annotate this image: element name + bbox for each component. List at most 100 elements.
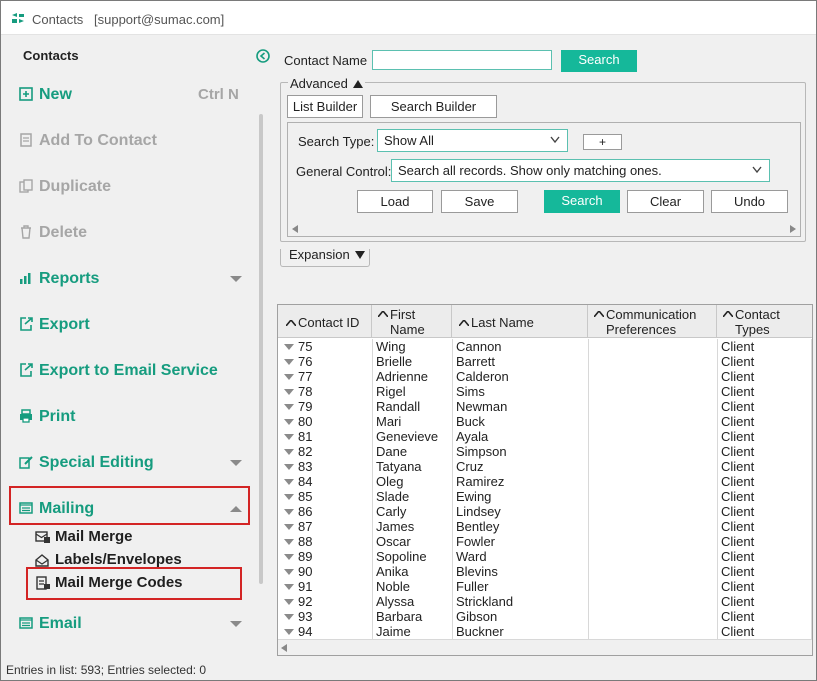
sidebar-scrollbar[interactable] — [259, 114, 263, 584]
table-cell-comm — [592, 489, 714, 504]
row-expand-icon[interactable] — [284, 509, 294, 515]
general-control-select[interactable]: Search all records. Show only matching o… — [391, 159, 770, 182]
table-row[interactable]: 88 Oscar Fowler Client — [278, 534, 812, 549]
table-horizontal-scrollbar[interactable] — [278, 639, 812, 655]
table-cell-last: Ayala — [456, 429, 489, 444]
sidebar-subitem-labels-envelopes[interactable]: Labels/Envelopes — [35, 551, 182, 568]
table-cell-type: Client — [721, 534, 755, 549]
scroll-left-icon[interactable] — [281, 644, 287, 652]
table-row[interactable]: 81 Genevieve Ayala Client — [278, 429, 812, 444]
row-expand-icon[interactable] — [284, 344, 294, 350]
row-expand-icon[interactable] — [284, 374, 294, 380]
column-header-contact-types[interactable]: Contact Types — [717, 305, 812, 338]
row-expand-icon[interactable] — [284, 539, 294, 545]
row-expand-icon[interactable] — [284, 464, 294, 470]
table-row[interactable]: 78 Rigel Sims Client — [278, 384, 812, 399]
table-cell-id: 84 — [298, 474, 313, 489]
table-cell-comm — [592, 519, 714, 534]
chevron-up-icon[interactable] — [230, 505, 242, 513]
table-row[interactable]: 85 Slade Ewing Client — [278, 489, 812, 504]
table-cell-first: Genevieve — [376, 429, 439, 444]
row-expand-icon[interactable] — [284, 389, 294, 395]
table-cell-comm — [592, 609, 714, 624]
sidebar-item-export-email-service[interactable]: Export to Email Service — [19, 359, 218, 383]
advanced-toggle[interactable]: Advanced — [288, 76, 366, 91]
row-expand-icon[interactable] — [284, 359, 294, 365]
table-cell-id: 82 — [298, 444, 313, 459]
sidebar-item-new[interactable]: New — [19, 83, 72, 107]
table-row[interactable]: 91 Noble Fuller Client — [278, 579, 812, 594]
search-criteria-button[interactable]: Search — [544, 190, 620, 213]
table-row[interactable]: 84 Oleg Ramirez Client — [278, 474, 812, 489]
column-header-label-line2: Name — [390, 322, 425, 337]
table-row[interactable]: 86 Carly Lindsey Client — [278, 504, 812, 519]
table-row[interactable]: 76 Brielle Barrett Client — [278, 354, 812, 369]
column-header-first-name[interactable]: First Name — [372, 305, 452, 338]
search-button[interactable]: Search — [561, 50, 637, 72]
sidebar-item-special-editing[interactable]: Special Editing — [19, 451, 154, 475]
criteria-horizontal-scrollbar[interactable] — [288, 222, 800, 236]
sidebar-item-reports[interactable]: Reports — [19, 267, 99, 291]
row-expand-icon[interactable] — [284, 629, 294, 635]
sidebar-item-duplicate[interactable]: Duplicate — [19, 175, 111, 199]
undo-button[interactable]: Undo — [711, 190, 788, 213]
chevron-down-icon[interactable] — [230, 620, 242, 628]
load-button[interactable]: Load — [357, 190, 433, 213]
table-row[interactable]: 90 Anika Blevins Client — [278, 564, 812, 579]
row-expand-icon[interactable] — [284, 419, 294, 425]
sidebar-item-add-to-contact[interactable]: Add To Contact — [19, 129, 157, 153]
clear-button[interactable]: Clear — [627, 190, 704, 213]
row-expand-icon[interactable] — [284, 449, 294, 455]
row-expand-icon[interactable] — [284, 584, 294, 590]
row-expand-icon[interactable] — [284, 599, 294, 605]
column-header-contact-id[interactable]: Contact ID — [278, 305, 372, 338]
row-expand-icon[interactable] — [284, 479, 294, 485]
contact-name-input[interactable] — [372, 50, 552, 70]
table-cell-comm — [592, 369, 714, 384]
scroll-right-icon[interactable] — [790, 225, 796, 233]
table-cell-id: 89 — [298, 549, 313, 564]
add-criteria-button[interactable]: + — [583, 134, 622, 150]
sidebar-subitem-mail-merge-codes[interactable]: Mail Merge Codes — [35, 574, 183, 591]
row-expand-icon[interactable] — [284, 524, 294, 530]
table-row[interactable]: 92 Alyssa Strickland Client — [278, 594, 812, 609]
table-row[interactable]: 80 Mari Buck Client — [278, 414, 812, 429]
save-button[interactable]: Save — [441, 190, 518, 213]
mail-merge-codes-icon — [35, 575, 51, 590]
table-row[interactable]: 89 Sopoline Ward Client — [278, 549, 812, 564]
column-header-label-line1: First — [390, 307, 416, 322]
sidebar-item-print[interactable]: Print — [19, 405, 75, 429]
row-expand-icon[interactable] — [284, 494, 294, 500]
row-expand-icon[interactable] — [284, 569, 294, 575]
chevron-down-icon[interactable] — [230, 275, 242, 283]
row-expand-icon[interactable] — [284, 614, 294, 620]
table-row[interactable]: 82 Dane Simpson Client — [278, 444, 812, 459]
row-expand-icon[interactable] — [284, 554, 294, 560]
table-row[interactable]: 83 Tatyana Cruz Client — [278, 459, 812, 474]
collapse-sidebar-icon[interactable] — [256, 49, 270, 63]
row-expand-icon[interactable] — [284, 434, 294, 440]
chevron-down-icon[interactable] — [230, 459, 242, 467]
search-builder-button[interactable]: Search Builder — [370, 95, 497, 118]
table-cell-type: Client — [721, 354, 755, 369]
table-row[interactable]: 94 Jaime Buckner Client — [278, 624, 812, 639]
list-builder-button[interactable]: List Builder — [287, 95, 363, 118]
expansion-toggle[interactable]: Expansion — [280, 248, 370, 267]
search-type-select[interactable]: Show All — [377, 129, 568, 152]
row-expand-icon[interactable] — [284, 404, 294, 410]
sidebar-subitem-mail-merge[interactable]: Mail Merge — [35, 528, 133, 545]
table-row[interactable]: 87 James Bentley Client — [278, 519, 812, 534]
table-row[interactable]: 79 Randall Newman Client — [278, 399, 812, 414]
table-row[interactable]: 75 Wing Cannon Client — [278, 339, 812, 354]
scroll-left-icon[interactable] — [292, 225, 298, 233]
column-header-last-name[interactable]: Last Name — [452, 305, 588, 338]
sidebar-item-export[interactable]: Export — [19, 313, 90, 337]
sidebar-item-mailing[interactable]: Mailing — [19, 497, 94, 521]
contact-name-label: Contact Name — [284, 53, 368, 68]
sidebar-item-delete[interactable]: Delete — [19, 221, 87, 245]
advanced-label: Advanced — [290, 76, 348, 91]
sidebar-item-email[interactable]: Email — [19, 612, 82, 636]
column-header-communication-preferences[interactable]: Communication Preferences — [588, 305, 717, 338]
table-row[interactable]: 77 Adrienne Calderon Client — [278, 369, 812, 384]
table-row[interactable]: 93 Barbara Gibson Client — [278, 609, 812, 624]
